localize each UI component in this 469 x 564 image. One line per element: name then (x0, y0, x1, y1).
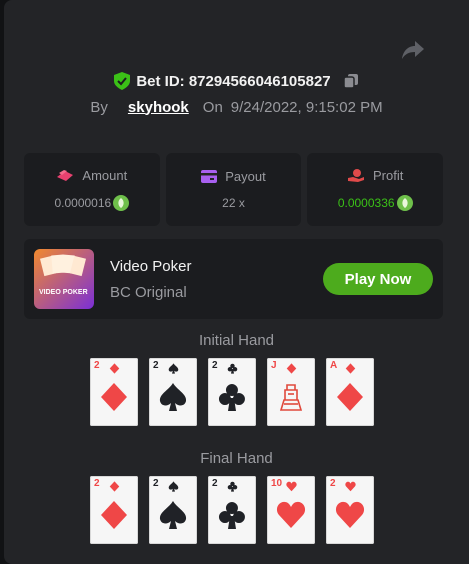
spade-pip-icon (159, 501, 187, 529)
card-rank: J (271, 360, 277, 371)
diamond-icon (286, 363, 297, 374)
card-rank: 2 (330, 478, 336, 489)
initial-card-4: J (267, 358, 315, 426)
club-icon (227, 363, 238, 374)
stats-row: Amount 0.0000016 Payout 22 x Profit 0.00… (24, 153, 444, 226)
payout-tile: Payout 22 x (165, 153, 302, 226)
card-rank: 2 (153, 478, 159, 489)
diamond-icon (109, 363, 120, 374)
card-rank: 2 (153, 360, 159, 371)
final-hand: 2 2 2 10 2 (90, 476, 380, 544)
bet-id: Bet ID: 87294566046105827 (136, 72, 331, 90)
initial-card-2: 2 (149, 358, 197, 426)
initial-hand-title: Initial Hand (198, 332, 275, 349)
card-rank: 2 (94, 478, 100, 489)
final-card-2: 2 (149, 476, 197, 544)
profit-label: Profit (373, 168, 404, 183)
initial-hand: 2 2 2 J A (90, 358, 380, 426)
amount-value: 0.0000016 (54, 196, 112, 210)
copy-icon[interactable] (342, 73, 359, 89)
game-name: Video Poker (110, 258, 192, 275)
jack-face-icon (279, 384, 303, 411)
amount-icon (57, 169, 74, 181)
amount-tile: Amount 0.0000016 (24, 153, 160, 226)
profit-tile: Profit 0.0000336 (307, 153, 444, 226)
diamond-icon (345, 363, 356, 374)
diamond-pip-icon (101, 383, 127, 411)
spade-pip-icon (159, 383, 187, 411)
by-label: By (90, 98, 108, 116)
club-pip-icon (218, 502, 245, 529)
final-card-1: 2 (90, 476, 138, 544)
video-poker-thumbnail-art: VIDEO POKER (34, 249, 94, 309)
game-card: VIDEO POKER Video Poker BC Original Play… (24, 239, 443, 319)
club-icon (227, 481, 238, 492)
profit-value: 0.0000336 (337, 196, 395, 210)
club-pip-icon (218, 384, 245, 411)
initial-card-5: A (326, 358, 374, 426)
play-now-button[interactable]: Play Now (323, 263, 433, 295)
initial-card-3: 2 (208, 358, 256, 426)
payout-value: 22 x (222, 196, 245, 210)
amount-label: Amount (82, 168, 128, 183)
bet-meta-row: By skyhook On 9/24/2022, 9:15:02 PM (4, 97, 469, 117)
game-thumbnail[interactable]: VIDEO POKER (34, 249, 94, 309)
initial-card-1: 2 (90, 358, 138, 426)
payout-label: Payout (225, 169, 266, 184)
profit-hand-icon (348, 168, 364, 182)
diamond-icon (109, 481, 120, 492)
share-icon[interactable] (400, 38, 426, 62)
heart-pip-icon (276, 501, 306, 528)
spade-icon (168, 481, 179, 492)
bet-datetime: 9/24/2022, 9:15:02 PM (230, 98, 383, 116)
heart-icon (345, 481, 356, 492)
card-payment-icon (201, 170, 218, 183)
card-rank: 2 (94, 360, 100, 371)
diamond-pip-icon (337, 383, 363, 411)
card-rank: 2 (212, 478, 218, 489)
final-card-3: 2 (208, 476, 256, 544)
heart-pip-icon (335, 501, 365, 528)
card-rank: 10 (271, 478, 283, 489)
bet-detail-panel: Bet ID: 87294566046105827 By skyhook On … (4, 0, 469, 564)
card-rank: A (330, 360, 338, 371)
leaf-coin-icon (113, 195, 130, 211)
leaf-coin-icon (396, 195, 413, 211)
on-label: On (202, 98, 223, 116)
final-card-4: 10 (267, 476, 315, 544)
username-link[interactable]: skyhook (128, 99, 189, 116)
final-card-5: 2 (326, 476, 374, 544)
final-hand-title: Final Hand (200, 450, 273, 467)
bet-id-row: Bet ID: 87294566046105827 (4, 71, 469, 91)
diamond-pip-icon (101, 501, 127, 529)
heart-icon (286, 481, 297, 492)
thumbnail-title: VIDEO POKER (39, 289, 88, 296)
spade-icon (168, 363, 179, 374)
game-subtitle: BC Original (110, 284, 187, 301)
card-rank: 2 (212, 360, 218, 371)
shield-check-icon (114, 72, 131, 90)
